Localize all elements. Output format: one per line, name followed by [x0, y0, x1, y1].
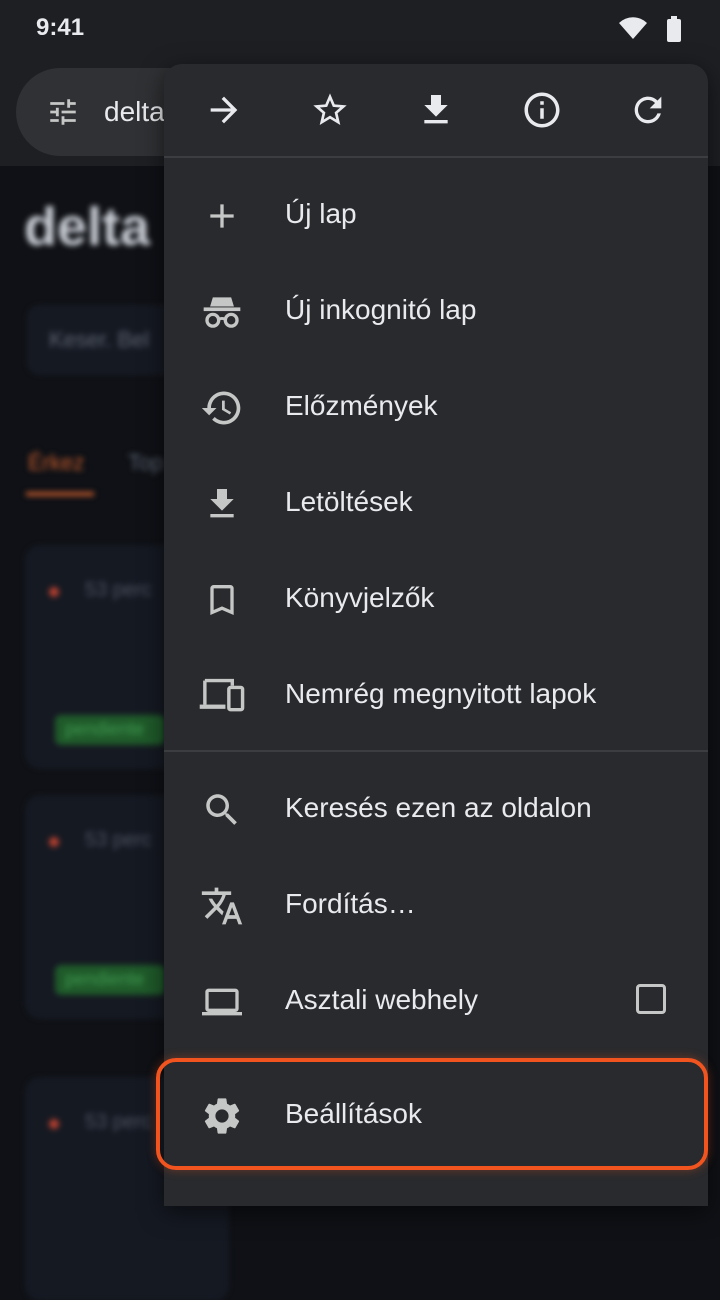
- card-badge: pendiente: [55, 965, 165, 995]
- menu-item-new-incognito-tab[interactable]: Új inkognitó lap: [164, 264, 708, 360]
- battery-icon: [666, 16, 682, 42]
- menu-item-history[interactable]: Előzmények: [164, 360, 708, 456]
- gear-icon: [198, 1092, 246, 1140]
- menu-item-label: Keresés ezen az oldalon: [285, 792, 592, 823]
- page-search-placeholder: Keser. Bel: [49, 327, 150, 352]
- menu-item-label: Előzmények: [285, 390, 438, 421]
- page-tab-arrivals: Érkez: [28, 450, 85, 475]
- card-text: 53 perc: [85, 829, 152, 851]
- card-status-dot: [49, 1119, 59, 1129]
- menu-item-label: Fordítás…: [285, 888, 416, 919]
- card-status-dot: [49, 587, 59, 597]
- menu-item-desktop-site[interactable]: Asztali webhely: [164, 954, 708, 1050]
- menu-item-label: Letöltések: [285, 486, 413, 517]
- wifi-icon: [618, 17, 648, 41]
- status-bar: 9:41: [0, 0, 720, 58]
- page-logo: delta: [24, 197, 151, 257]
- menu-item-label: Beállítások: [285, 1098, 422, 1129]
- plus-icon: [198, 192, 246, 240]
- search-icon: [198, 786, 246, 834]
- card-text: 53 perc: [85, 579, 152, 601]
- card-text: 53 perc: [85, 1111, 152, 1133]
- menu-item-bookmarks[interactable]: Könyvjelzők: [164, 552, 708, 648]
- translate-icon: [198, 882, 246, 930]
- laptop-icon: [198, 978, 246, 1026]
- desktop-site-checkbox[interactable]: [636, 984, 666, 1014]
- status-time: 9:41: [36, 14, 85, 41]
- menu-divider: [164, 156, 708, 158]
- menu-item-label: Új lap: [285, 198, 357, 229]
- bookmark-icon: [198, 576, 246, 624]
- menu-item-label: Nemrég megnyitott lapok: [285, 678, 597, 709]
- card-badge: pendiente: [55, 715, 165, 745]
- forward-icon[interactable]: [202, 88, 246, 132]
- menu-item-label: Könyvjelzők: [285, 582, 435, 613]
- menu-item-new-tab[interactable]: Új lap: [164, 168, 708, 264]
- download-icon[interactable]: [414, 88, 458, 132]
- overflow-menu: Új lap Új inkognitó lap Előzmények Letöl…: [164, 64, 708, 1206]
- menu-item-recent-tabs[interactable]: Nemrég megnyitott lapok: [164, 648, 708, 744]
- page-tab-indicator: [26, 492, 94, 496]
- bookmark-star-icon[interactable]: [308, 88, 352, 132]
- menu-item-label: Asztali webhely: [285, 984, 478, 1015]
- menu-item-find-in-page[interactable]: Keresés ezen az oldalon: [164, 762, 708, 858]
- info-icon[interactable]: [520, 88, 564, 132]
- menu-item-downloads[interactable]: Letöltések: [164, 456, 708, 552]
- card-badge-label: pendiente: [65, 719, 145, 739]
- menu-item-label: Új inkognitó lap: [285, 294, 477, 325]
- menu-divider: [164, 750, 708, 752]
- download-icon: [198, 480, 246, 528]
- menu-item-translate[interactable]: Fordítás…: [164, 858, 708, 954]
- card-status-dot: [49, 837, 59, 847]
- history-icon: [198, 384, 246, 432]
- address-url: delta: [104, 96, 165, 127]
- menu-icon-row: [164, 64, 708, 156]
- reload-icon[interactable]: [626, 88, 670, 132]
- menu-item-settings[interactable]: Beállítások: [164, 1068, 708, 1164]
- site-settings-icon[interactable]: [46, 95, 80, 129]
- incognito-icon: [198, 288, 246, 336]
- card-badge-label: pendiente: [65, 969, 145, 989]
- page-tab-top: Top: [128, 450, 164, 475]
- devices-icon: [198, 672, 246, 720]
